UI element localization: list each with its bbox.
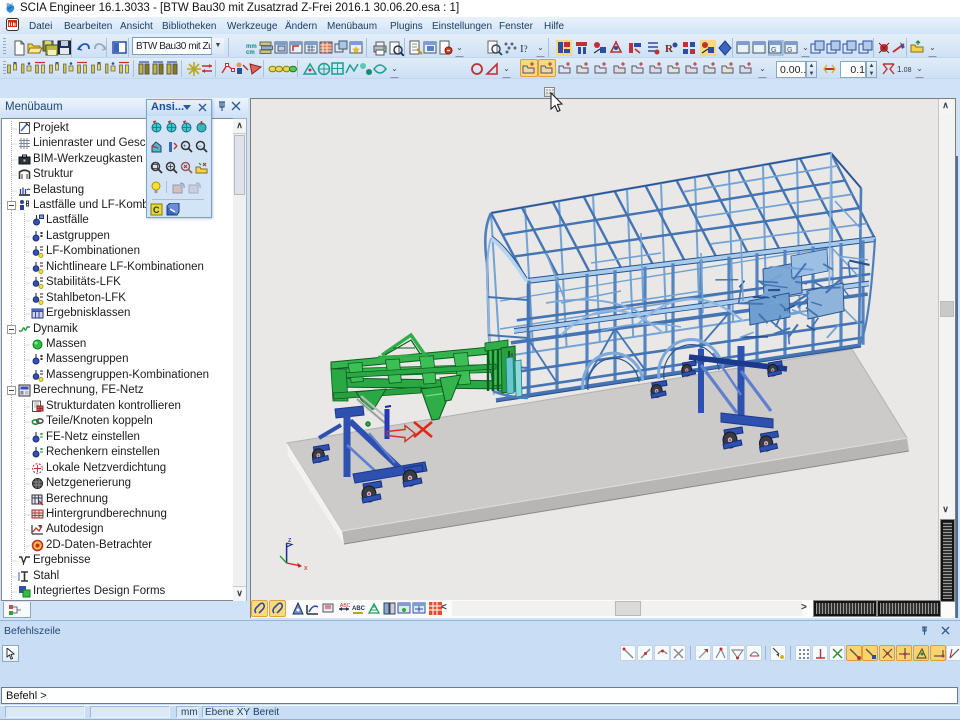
svg-text:−: − bbox=[198, 144, 202, 150]
svg-text:C: C bbox=[153, 205, 160, 215]
svg-text:ABC: ABC bbox=[352, 606, 366, 612]
svg-text:G: G bbox=[771, 47, 776, 54]
svg-text:+: + bbox=[183, 144, 187, 150]
svg-text:cm: cm bbox=[246, 50, 255, 56]
svg-text:1.08: 1.08 bbox=[897, 65, 912, 74]
svg-text:I?: I? bbox=[520, 43, 528, 55]
svg-text:G: G bbox=[787, 47, 792, 54]
svg-text:x: x bbox=[304, 565, 308, 572]
svg-text:z: z bbox=[288, 537, 292, 544]
svg-text:ABC: ABC bbox=[340, 603, 351, 609]
